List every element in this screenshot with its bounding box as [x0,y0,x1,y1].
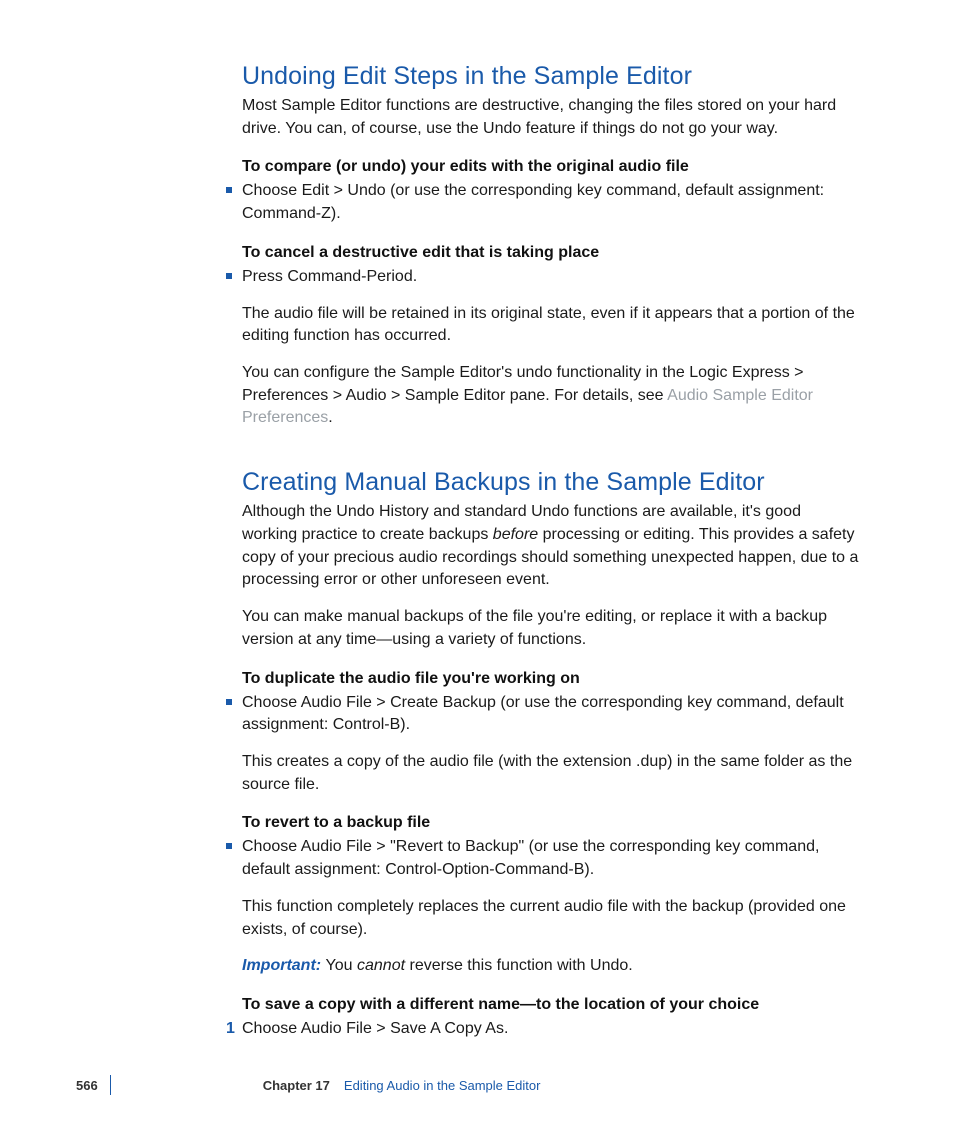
subhead-save-copy-as: To save a copy with a different name—to … [242,996,860,1014]
subhead-revert-backup: To revert to a backup file [242,814,860,832]
numbered-item-1: 1 Choose Audio File > Save A Copy As. [242,1018,860,1041]
paragraph-dup-copy: This creates a copy of the audio file (w… [242,751,860,796]
content-area: Undoing Edit Steps in the Sample Editor … [242,62,860,1041]
intro-paragraph-2: Although the Undo History and standard U… [242,501,860,592]
paragraph-replace-backup: This function completely replaces the cu… [242,896,860,941]
important-label: Important: [242,957,326,974]
bullet-item-undo: Choose Edit > Undo (or use the correspon… [242,180,860,225]
important-note: Important: You cannot reverse this funct… [242,955,860,978]
page-number: 566 [76,1078,98,1093]
text: . [328,409,332,426]
numbered-text: Choose Audio File > Save A Copy As. [242,1020,508,1037]
bullet-item-command-period: Press Command-Period. The audio file wil… [242,266,860,430]
bullet-list-2: Press Command-Period. The audio file wil… [242,266,860,430]
subhead-compare-undo: To compare (or undo) your edits with the… [242,158,860,176]
bullet-list-3: Choose Audio File > Create Backup (or us… [242,692,860,797]
paragraph-retain-state: The audio file will be retained in its o… [242,303,860,348]
chapter-label: Chapter 17 [263,1078,330,1093]
heading-creating-backups: Creating Manual Backups in the Sample Ed… [242,468,860,497]
em-cannot: cannot [357,957,405,974]
subhead-duplicate-file: To duplicate the audio file you're worki… [242,670,860,688]
bullet-list-1: Choose Edit > Undo (or use the correspon… [242,180,860,225]
bullet-icon [226,843,232,849]
paragraph-manual-backups: You can make manual backups of the file … [242,606,860,651]
bullet-item-revert-backup: Choose Audio File > "Revert to Backup" (… [242,836,860,978]
section-creating-backups: Creating Manual Backups in the Sample Ed… [242,468,860,1041]
text: reverse this function with Undo. [405,957,633,974]
em-before: before [493,526,538,543]
subhead-cancel-edit: To cancel a destructive edit that is tak… [242,244,860,262]
numbered-list: 1 Choose Audio File > Save A Copy As. [242,1018,860,1041]
bullet-text: Press Command-Period. [242,266,860,289]
number-marker: 1 [226,1018,235,1041]
bullet-icon [226,273,232,279]
paragraph-configure-undo: You can configure the Sample Editor's un… [242,362,860,430]
chapter-title: Editing Audio in the Sample Editor [344,1078,541,1093]
page-footer: 566 Chapter 17 Editing Audio in the Samp… [76,1075,876,1095]
page: Undoing Edit Steps in the Sample Editor … [0,0,954,1145]
heading-undoing: Undoing Edit Steps in the Sample Editor [242,62,860,91]
intro-paragraph-1: Most Sample Editor functions are destruc… [242,95,860,140]
bullet-list-4: Choose Audio File > "Revert to Backup" (… [242,836,860,978]
bullet-icon [226,187,232,193]
bullet-icon [226,699,232,705]
footer-divider [110,1075,111,1095]
bullet-text: Choose Audio File > Create Backup (or us… [242,692,860,737]
bullet-text: Choose Edit > Undo (or use the correspon… [242,180,860,225]
bullet-text: Choose Audio File > "Revert to Backup" (… [242,836,860,881]
text: You [326,957,357,974]
bullet-item-create-backup: Choose Audio File > Create Backup (or us… [242,692,860,797]
